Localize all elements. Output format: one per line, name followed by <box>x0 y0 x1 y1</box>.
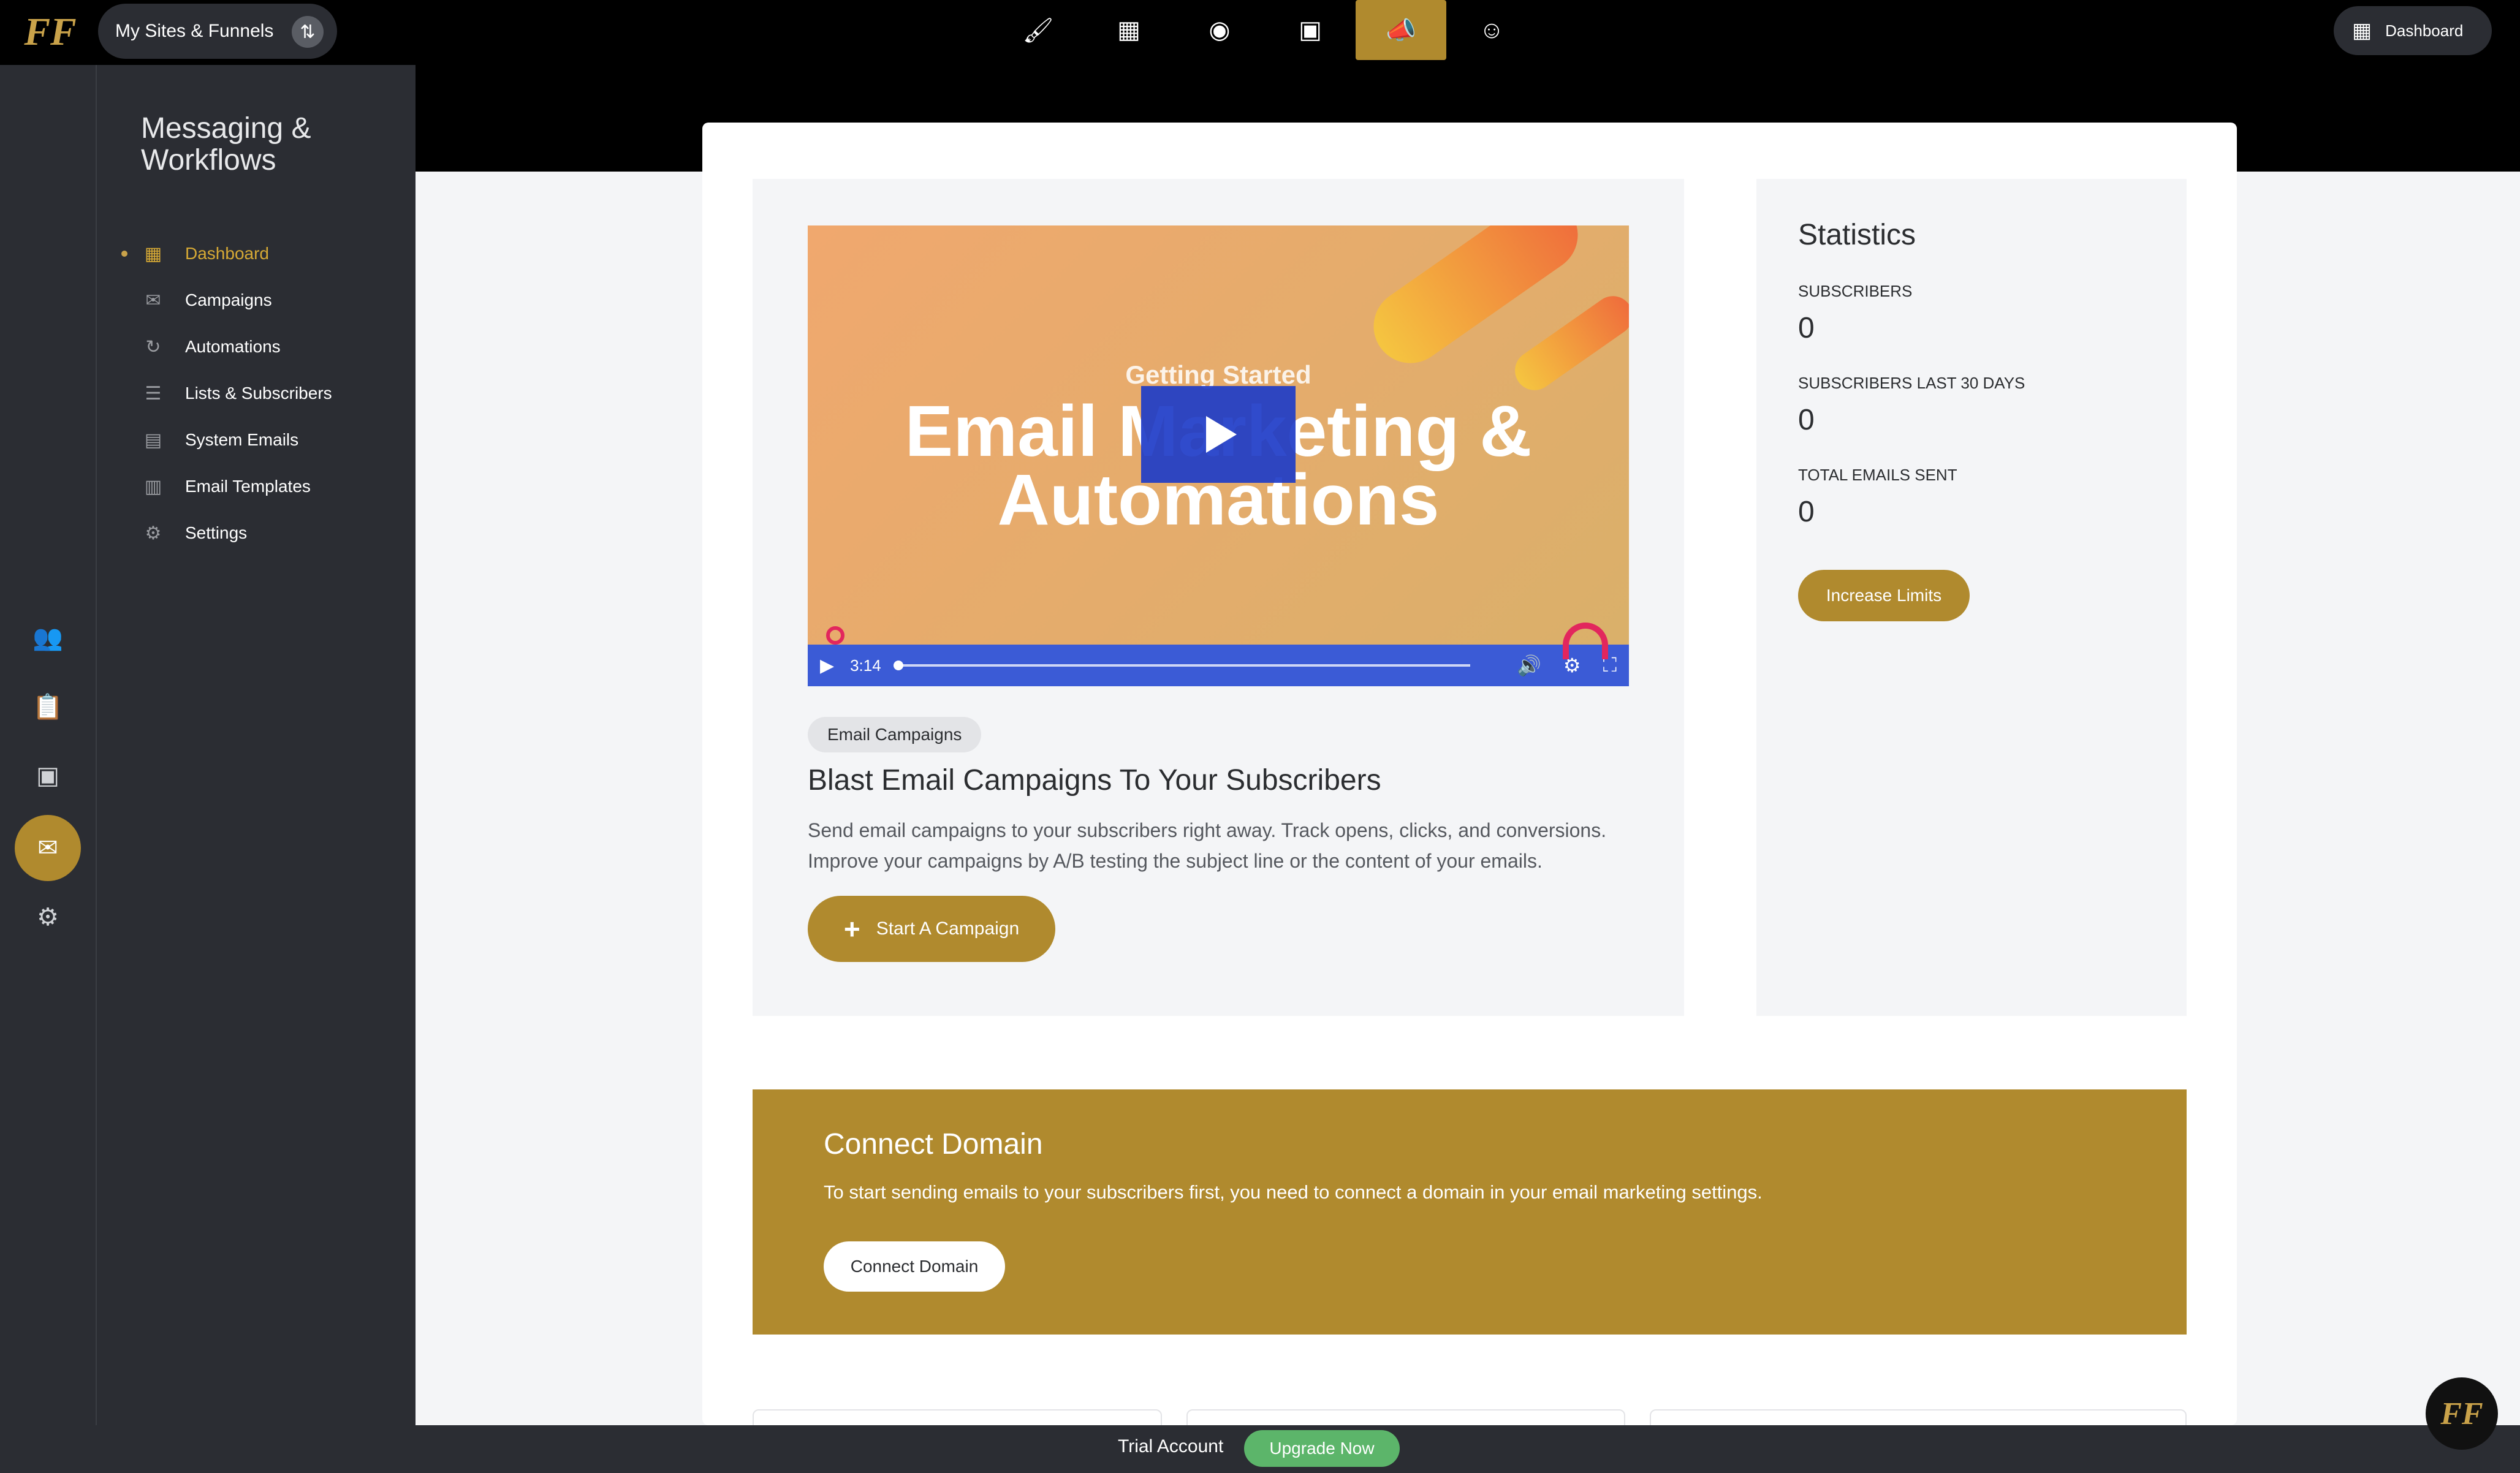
stat-label: SUBSCRIBERS <box>1798 282 1913 300</box>
my-sites-funnels-label: My Sites & Funnels <box>115 21 274 41</box>
start-campaign-button[interactable]: + Start A Campaign <box>808 896 1055 962</box>
template-icon: ▥ <box>144 476 162 497</box>
sidebar-item-settings[interactable]: ⚙ Settings <box>121 510 332 556</box>
stat-label: SUBSCRIBERS LAST 30 DAYS <box>1798 374 2025 392</box>
sidebar-item-system-emails[interactable]: ▤ System Emails <box>121 417 332 463</box>
table-icon: ▤ <box>144 430 162 450</box>
store-icon[interactable]: ▦ <box>1084 0 1174 60</box>
dot-spacer <box>121 483 127 490</box>
start-campaign-label: Start A Campaign <box>876 918 1020 939</box>
dashboard-button[interactable]: ▦ Dashboard <box>2334 6 2492 55</box>
top-nav: 🖌 ▦ ◉ ▣ 📣 ☺ <box>993 0 1537 60</box>
active-dot <box>121 251 127 257</box>
sidebar-item-lists-subscribers[interactable]: ☰ Lists & Subscribers <box>121 370 332 417</box>
dashboard-label: Dashboard <box>2385 21 2464 40</box>
sidebar-item-label: Campaigns <box>185 290 272 309</box>
connect-domain-button[interactable]: Connect Domain <box>824 1241 1005 1292</box>
stat-value: 0 <box>1798 312 1815 344</box>
sidebar-menu: ▦ Dashboard ✉ Campaigns ↻ Automations ☰ … <box>121 230 332 556</box>
smile-icon[interactable]: ☺ <box>1446 0 1537 60</box>
my-sites-funnels-button[interactable]: My Sites & Funnels ⇅ <box>98 4 337 59</box>
progress-knob[interactable] <box>893 661 903 670</box>
envelope-icon: ✉ <box>145 290 161 311</box>
campaign-tag: Email Campaigns <box>808 717 982 752</box>
sidebar-item-campaigns[interactable]: ✉ Campaigns <box>121 277 332 324</box>
video-play-button[interactable] <box>1141 386 1296 483</box>
connect-domain-title: Connect Domain <box>824 1128 1043 1161</box>
gear-icon: ⚙ <box>145 523 162 543</box>
increase-limits-button[interactable]: Increase Limits <box>1798 570 1970 621</box>
play-icon[interactable]: ▶ <box>820 655 834 676</box>
connect-domain-text: To start sending emails to your subscrib… <box>824 1181 1763 1203</box>
sidebar-item-label: Settings <box>185 523 248 542</box>
swap-icon: ⇅ <box>292 16 324 48</box>
grid-icon: ▦ <box>144 243 162 264</box>
sidebar-item-email-templates[interactable]: ▥ Email Templates <box>121 463 332 510</box>
plus-icon: + <box>843 913 860 945</box>
video-controls: ▶ 3:14 🔊 ⚙ ⛶ <box>808 645 1629 686</box>
connect-domain-banner <box>753 1089 2187 1335</box>
trial-label: Trial Account <box>1118 1436 1224 1456</box>
play-icon <box>1206 416 1237 453</box>
sidebar-item-label: Email Templates <box>185 477 311 496</box>
sidebar-item-label: Dashboard <box>185 244 269 263</box>
video-duration: 3:14 <box>850 656 881 675</box>
mail-icon[interactable]: ✉ <box>15 815 81 881</box>
dot-spacer <box>121 297 127 303</box>
refresh-icon: ↻ <box>145 336 161 357</box>
palette-icon[interactable]: ◉ <box>1174 0 1265 60</box>
calendar-icon[interactable]: ▣ <box>15 743 81 809</box>
sidebar-item-label: System Emails <box>185 430 299 449</box>
grid-icon: ▦ <box>2352 19 2372 42</box>
statistics-title: Statistics <box>1798 219 1916 251</box>
decor-ring <box>826 626 844 645</box>
icon-rail: 👥 📋 ▣ ✉ ⚙ <box>0 65 96 1425</box>
sidebar-item-automations[interactable]: ↻ Automations <box>121 324 332 370</box>
intro-video[interactable]: Getting Started Email Marketing & Automa… <box>808 225 1629 686</box>
list-icon: ☰ <box>145 383 162 404</box>
megaphone-icon[interactable]: 📣 <box>1356 0 1446 60</box>
chat-widget-button[interactable]: FF <box>2426 1377 2498 1450</box>
stat-value: 0 <box>1798 404 1815 436</box>
campaign-description: Send email campaigns to your subscribers… <box>808 819 1607 872</box>
stat-label: TOTAL EMAILS SENT <box>1798 466 1957 484</box>
sidebar-item-label: Automations <box>185 337 281 356</box>
upgrade-now-button[interactable]: Upgrade Now <box>1244 1430 1400 1467</box>
video-subtitle: Getting Started <box>1125 360 1311 389</box>
brand-logo[interactable]: FF <box>24 7 76 56</box>
dot-spacer <box>121 344 127 350</box>
brush-icon[interactable]: 🖌 <box>993 0 1084 60</box>
sidebar: Messaging & Workflows ▦ Dashboard ✉ Camp… <box>96 65 416 1425</box>
clipboard-icon[interactable]: 📋 <box>15 673 81 740</box>
sidebar-item-dashboard[interactable]: ▦ Dashboard <box>121 230 332 277</box>
calendar-icon[interactable]: ▣ <box>1265 0 1356 60</box>
gear-icon[interactable]: ⚙ <box>15 884 81 950</box>
campaign-heading: Blast Email Campaigns To Your Subscriber… <box>808 764 1381 797</box>
dot-spacer <box>121 437 127 443</box>
dot-spacer <box>121 530 127 536</box>
contacts-icon[interactable]: 👥 <box>15 604 81 670</box>
stat-value: 0 <box>1798 496 1815 528</box>
video-progress[interactable] <box>893 661 1471 670</box>
volume-icon[interactable]: 🔊 <box>1517 654 1541 677</box>
sidebar-title: Messaging & Workflows <box>141 112 311 176</box>
dot-spacer <box>121 390 127 396</box>
sidebar-item-label: Lists & Subscribers <box>185 384 332 403</box>
